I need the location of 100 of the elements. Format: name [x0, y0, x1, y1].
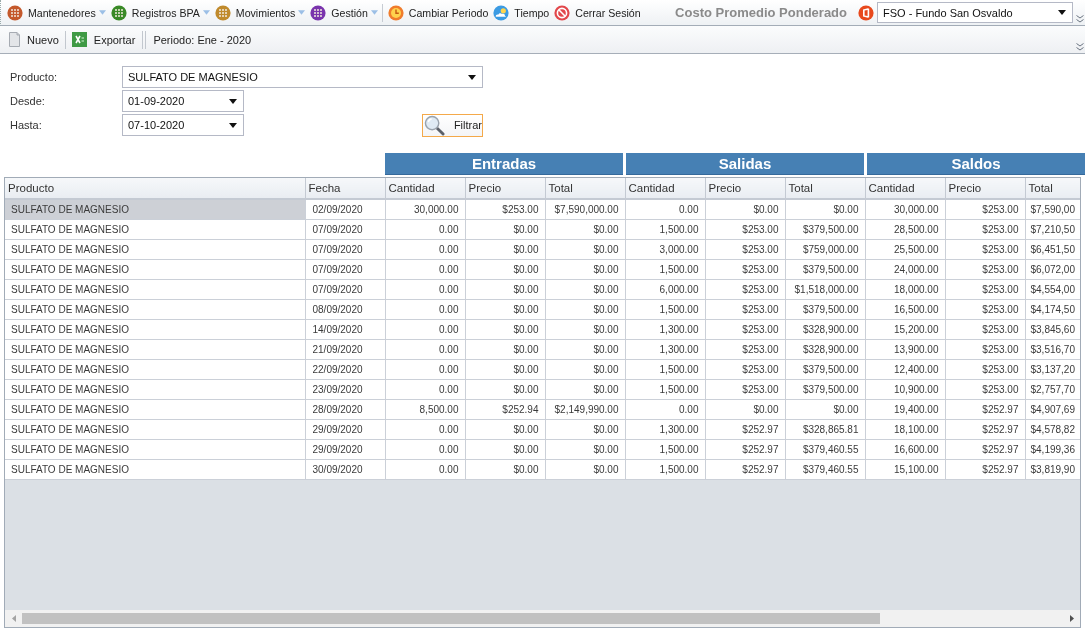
table-cell: $379,500.00: [785, 379, 865, 399]
caret-icon: [370, 10, 378, 15]
table-cell: 19,400.00: [865, 399, 945, 419]
table-cell: 07/09/2020: [305, 219, 385, 239]
toolbar-button[interactable]: Nuevo: [6, 28, 62, 51]
table-cell: $3,516,70: [1025, 339, 1080, 359]
table-cell: SULFATO DE MAGNESIO: [5, 319, 305, 339]
scrollbar-thumb[interactable]: [22, 613, 880, 624]
table-cell: $252.97: [945, 439, 1025, 459]
table-cell: $0.00: [545, 219, 625, 239]
column-header[interactable]: Total: [545, 178, 625, 199]
column-header[interactable]: Precio: [705, 178, 785, 199]
table-cell: $4,907,69: [1025, 399, 1080, 419]
menu-item[interactable]: Movimientos: [212, 1, 308, 24]
column-header[interactable]: Producto: [5, 178, 305, 199]
company-select[interactable]: FSO - Fundo San Osvaldo: [877, 2, 1073, 23]
caret-icon: [202, 10, 210, 15]
collapse-icon[interactable]: [1076, 43, 1084, 51]
field-label: Producto:: [10, 71, 59, 83]
table-cell: 13,900.00: [865, 339, 945, 359]
field-label: Hasta:: [10, 119, 43, 131]
table-cell: 0.00: [385, 439, 465, 459]
scroll-right-icon[interactable]: [1069, 615, 1074, 622]
page-title: Costo Promedio Ponderado: [675, 5, 847, 20]
table-cell: SULFATO DE MAGNESIO: [5, 219, 305, 239]
table-cell: SULFATO DE MAGNESIO: [5, 339, 305, 359]
table-cell: $253.00: [705, 219, 785, 239]
table-cell: $0.00: [705, 399, 785, 419]
table-cell: SULFATO DE MAGNESIO: [5, 199, 305, 219]
dropdown-arrow-icon: [1058, 10, 1066, 15]
menu-item[interactable]: Registros BPA: [108, 1, 212, 24]
caret-icon: [98, 10, 106, 15]
table-cell: $0.00: [465, 239, 545, 259]
table-cell: $252.97: [705, 419, 785, 439]
column-header[interactable]: Precio: [465, 178, 545, 199]
table-cell: SULFATO DE MAGNESIO: [5, 399, 305, 419]
column-header[interactable]: Cantidad: [625, 178, 705, 199]
dropdown-arrow-icon: [468, 74, 476, 80]
table-cell: 15,200.00: [865, 319, 945, 339]
table-cell: $0.00: [465, 259, 545, 279]
table-cell: $253.00: [705, 239, 785, 259]
date-select[interactable]: 07-10-2020: [122, 114, 244, 136]
table-cell: $253.00: [705, 319, 785, 339]
table-cell: SULFATO DE MAGNESIO: [5, 459, 305, 479]
table-cell: $3,137,20: [1025, 359, 1080, 379]
date-select[interactable]: 01-09-2020: [122, 90, 244, 112]
table-cell: $6,451,50: [1025, 239, 1080, 259]
menu-action[interactable]: Cambiar Periodo: [385, 1, 491, 24]
field-label: Desde:: [10, 95, 46, 107]
menu-item[interactable]: Mantenedores: [5, 1, 108, 24]
collapse-icon[interactable]: [1076, 15, 1084, 23]
column-header[interactable]: Total: [785, 178, 865, 199]
table-cell: $252.94: [465, 399, 545, 419]
table-cell: $7,590,00: [1025, 199, 1080, 219]
table-cell: 08/09/2020: [305, 299, 385, 319]
table-cell: SULFATO DE MAGNESIO: [5, 279, 305, 299]
table-cell: $253.00: [705, 359, 785, 379]
table-cell: $0.00: [545, 439, 625, 459]
table-cell: 02/09/2020: [305, 199, 385, 219]
filter-button[interactable]: Filtrar: [422, 113, 483, 137]
table-cell: $0.00: [545, 379, 625, 399]
table-cell: 22/09/2020: [305, 359, 385, 379]
table-cell: $4,174,50: [1025, 299, 1080, 319]
table-cell: 0.00: [385, 299, 465, 319]
dropdown-arrow-icon: [229, 122, 237, 128]
table-cell: 0.00: [385, 359, 465, 379]
table-cell: $0.00: [545, 419, 625, 439]
table-cell: 07/09/2020: [305, 239, 385, 259]
column-header[interactable]: Fecha: [305, 178, 385, 199]
table-cell: $4,578,82: [1025, 419, 1080, 439]
table-cell: 12,400.00: [865, 359, 945, 379]
table-cell: $759,000.00: [785, 239, 865, 259]
table-cell: 07/09/2020: [305, 279, 385, 299]
column-header[interactable]: Cantidad: [385, 178, 465, 199]
table-cell: $253.00: [705, 279, 785, 299]
column-group-header: Salidas: [626, 153, 864, 175]
table-cell: $253.00: [945, 219, 1025, 239]
search-icon: [424, 114, 445, 136]
column-header[interactable]: Precio: [945, 178, 1025, 199]
menu-action[interactable]: Tiempo: [491, 1, 552, 24]
column-group-header: Saldos: [867, 153, 1085, 175]
toolbar-button[interactable]: Exportar: [68, 28, 139, 51]
scroll-left-icon[interactable]: [11, 615, 16, 622]
menu-action[interactable]: Cerrar Sesión: [552, 1, 643, 24]
table-cell: SULFATO DE MAGNESIO: [5, 239, 305, 259]
table-cell: $253.00: [945, 259, 1025, 279]
table-cell: 15,100.00: [865, 459, 945, 479]
table-cell: $3,819,90: [1025, 459, 1080, 479]
table-cell: $253.00: [705, 299, 785, 319]
table-cell: 1,500.00: [625, 459, 705, 479]
spreadsheet-icon: [71, 32, 87, 47]
table-cell: SULFATO DE MAGNESIO: [5, 439, 305, 459]
column-header[interactable]: Cantidad: [865, 178, 945, 199]
table-cell: 30,000.00: [865, 199, 945, 219]
product-select[interactable]: SULFATO DE MAGNESIO: [122, 66, 483, 88]
table-cell: $253.00: [945, 279, 1025, 299]
horizontal-scrollbar[interactable]: [5, 610, 1080, 627]
menu-item[interactable]: Gestión: [308, 1, 380, 24]
column-header[interactable]: Total: [1025, 178, 1080, 199]
table-cell: $253.00: [945, 379, 1025, 399]
